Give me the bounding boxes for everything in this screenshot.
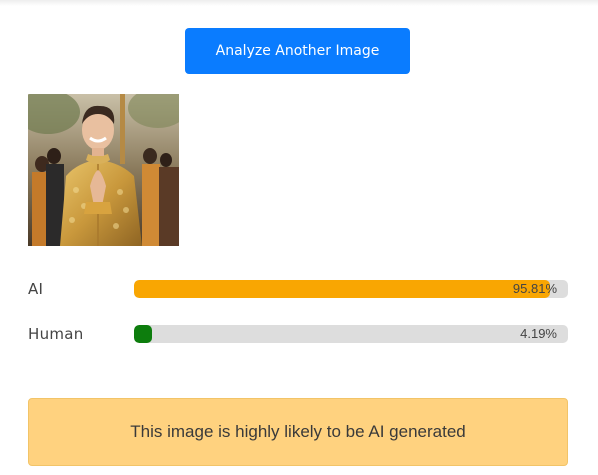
human-label: Human [28, 325, 84, 343]
verdict-banner: This image is highly likely to be AI gen… [28, 398, 568, 466]
human-probability-value: 4.19% [520, 326, 557, 341]
human-probability-bar: 4.19% [134, 325, 568, 343]
header-shadow [0, 0, 598, 6]
human-probability-fill [134, 325, 153, 343]
ai-label: AI [28, 280, 44, 298]
ai-probability-value: 95.81% [512, 281, 557, 296]
ai-probability-bar: 95.81% [134, 280, 568, 298]
analyze-another-image-button[interactable]: Analyze Another Image [185, 28, 410, 74]
analyzed-image [28, 94, 179, 246]
ai-probability-fill [134, 280, 550, 298]
